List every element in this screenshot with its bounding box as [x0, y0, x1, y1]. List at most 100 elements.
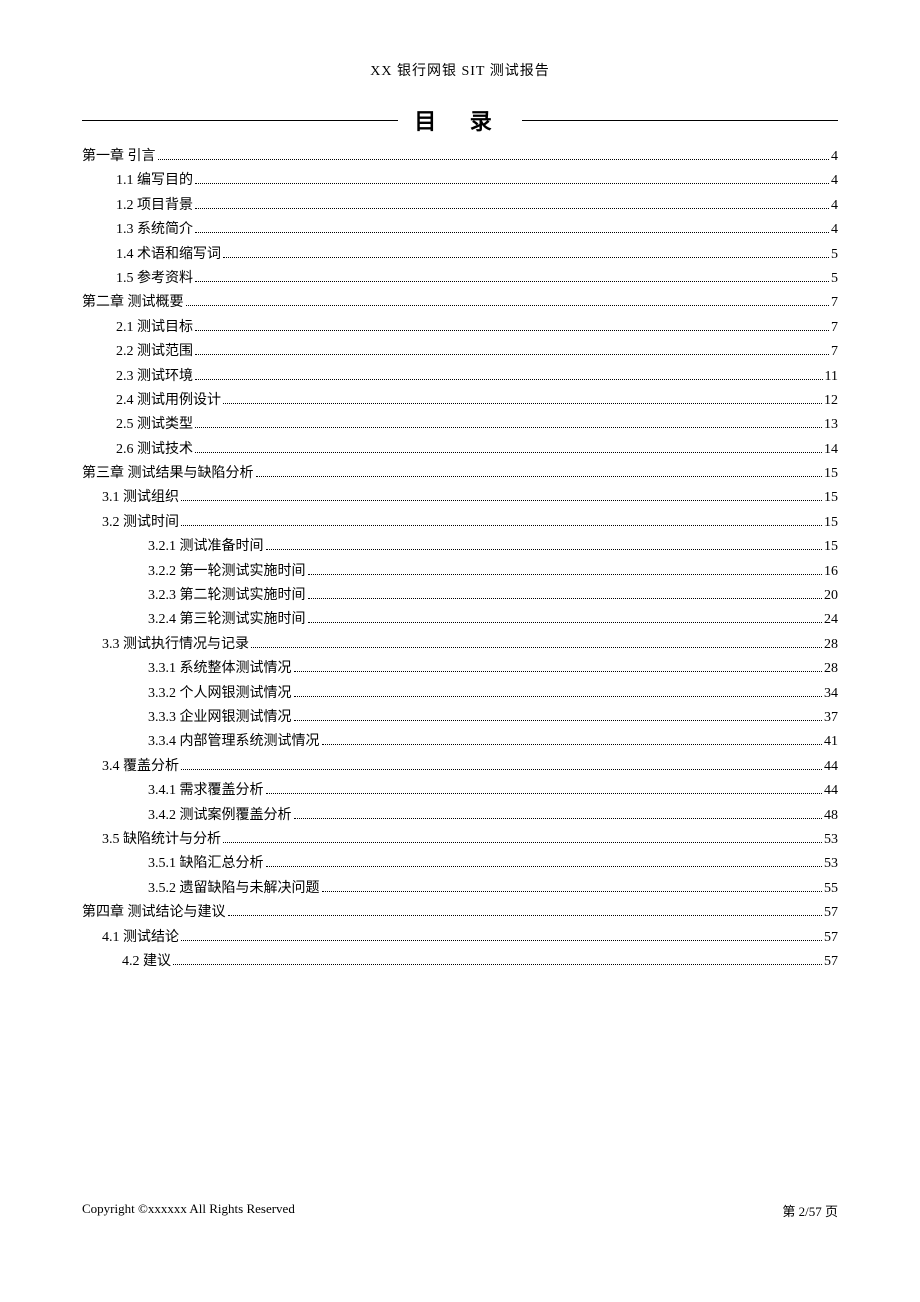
toc-entry[interactable]: 4.1 测试结论 57 [82, 927, 838, 949]
toc-entry-label: 1.4 术语和缩写词 [116, 244, 221, 266]
toc-entry-page: 16 [824, 561, 838, 583]
footer-copyright: Copyright ©xxxxxx All Rights Reserved [82, 1201, 295, 1220]
toc-entry[interactable]: 3.5 缺陷统计与分析 53 [82, 829, 838, 851]
toc-entry[interactable]: 2.5 测试类型13 [82, 414, 838, 436]
toc-leader-dots [308, 574, 823, 575]
toc-entry[interactable]: 第一章 引言 4 [82, 146, 838, 168]
toc-entry[interactable]: 3.2.1 测试准备时间 15 [82, 536, 838, 558]
toc-leader-dots [195, 232, 829, 233]
toc-entry-page: 28 [824, 658, 838, 680]
toc-leader-dots [322, 744, 823, 745]
toc-entry-page: 15 [824, 536, 838, 558]
toc-entry-label: 第二章 测试概要 [82, 292, 184, 314]
table-of-contents: 第一章 引言41.1 编写目的41.2 项目背景41.3 系统简介41.4 术语… [82, 146, 838, 973]
toc-leader-dots [181, 940, 822, 941]
toc-entry-label: 3.3.3 企业网银测试情况 [148, 707, 292, 729]
toc-entry-page: 41 [824, 731, 838, 753]
toc-entry[interactable]: 2.2 测试范围 7 [82, 341, 838, 363]
toc-entry-page: 20 [824, 585, 838, 607]
toc-entry[interactable]: 3.4.2 测试案例覆盖分析48 [82, 805, 838, 827]
toc-entry-label: 3.3 测试执行情况与记录 [102, 634, 249, 656]
toc-entry-page: 53 [824, 829, 838, 851]
toc-entry[interactable]: 3.3.4 内部管理系统测试情况41 [82, 731, 838, 753]
toc-entry-page: 7 [831, 292, 838, 314]
toc-entry[interactable]: 3.2.4 第三轮测试实施时间24 [82, 609, 838, 631]
toc-entry[interactable]: 3.4 覆盖分析44 [82, 756, 838, 778]
toc-entry[interactable]: 3.5.2 遗留缺陷与未解决问题55 [82, 878, 838, 900]
toc-entry-page: 24 [824, 609, 838, 631]
toc-entry[interactable]: 3.3.2 个人网银测试情况 34 [82, 683, 838, 705]
toc-entry-label: 1.1 编写目的 [116, 170, 193, 192]
toc-entry-label: 4.2 建议 [122, 951, 171, 973]
toc-entry-page: 57 [824, 927, 838, 949]
toc-entry-label: 3.3.2 个人网银测试情况 [148, 683, 292, 705]
toc-entry-page: 15 [824, 463, 838, 485]
toc-entry-label: 第一章 引言 [82, 146, 156, 168]
toc-entry[interactable]: 3.3.1 系统整体测试情况 28 [82, 658, 838, 680]
toc-entry[interactable]: 3.4.1 需求覆盖分析44 [82, 780, 838, 802]
toc-entry-page: 7 [831, 341, 838, 363]
toc-entry-label: 3.3.1 系统整体测试情况 [148, 658, 292, 680]
page-header: XX 银行网银 SIT 测试报告 [82, 60, 838, 80]
toc-entry[interactable]: 2.1 测试目标7 [82, 317, 838, 339]
toc-entry-page: 4 [831, 195, 838, 217]
toc-entry-label: 3.5 缺陷统计与分析 [102, 829, 221, 851]
toc-entry-label: 1.2 项目背景 [116, 195, 193, 217]
rule-right [522, 120, 838, 121]
toc-entry[interactable]: 1.1 编写目的 4 [82, 170, 838, 192]
toc-entry-page: 11 [825, 366, 838, 388]
toc-title: 目 录 [398, 104, 522, 136]
toc-leader-dots [251, 647, 822, 648]
toc-entry[interactable]: 第二章 测试概要 7 [82, 292, 838, 314]
toc-entry[interactable]: 3.2 测试时间15 [82, 512, 838, 534]
toc-entry-page: 15 [824, 512, 838, 534]
toc-entry[interactable]: 3.1 测试组织15 [82, 487, 838, 509]
toc-leader-dots [186, 305, 830, 306]
toc-entry-label: 1.3 系统简介 [116, 219, 193, 241]
toc-entry[interactable]: 4.2 建议57 [82, 951, 838, 973]
toc-entry-page: 4 [831, 170, 838, 192]
toc-leader-dots [181, 525, 822, 526]
toc-leader-dots [195, 354, 829, 355]
toc-entry-label: 4.1 测试结论 [102, 927, 179, 949]
toc-entry-label: 2.5 测试类型 [116, 414, 193, 436]
toc-entry[interactable]: 2.6 测试技术14 [82, 439, 838, 461]
toc-entry[interactable]: 第四章 测试结论与建议57 [82, 902, 838, 924]
toc-entry-page: 57 [824, 902, 838, 924]
toc-entry-page: 15 [824, 487, 838, 509]
toc-entry[interactable]: 2.3 测试环境11 [82, 366, 838, 388]
toc-entry-label: 3.5.1 缺陷汇总分析 [148, 853, 264, 875]
toc-entry-page: 14 [824, 439, 838, 461]
toc-entry[interactable]: 3.3 测试执行情况与记录 28 [82, 634, 838, 656]
toc-entry[interactable]: 3.2.2 第一轮测试实施时间16 [82, 561, 838, 583]
toc-leader-dots [195, 208, 829, 209]
toc-entry[interactable]: 1.4 术语和缩写词5 [82, 244, 838, 266]
toc-entry-label: 3.5.2 遗留缺陷与未解决问题 [148, 878, 320, 900]
toc-entry[interactable]: 3.5.1 缺陷汇总分析53 [82, 853, 838, 875]
toc-entry-label: 1.5 参考资料 [116, 268, 193, 290]
toc-entry[interactable]: 3.3.3 企业网银测试情况 37 [82, 707, 838, 729]
toc-entry-label: 第三章 测试结果与缺陷分析 [82, 463, 254, 485]
toc-entry-page: 34 [824, 683, 838, 705]
toc-leader-dots [294, 696, 823, 697]
toc-entry[interactable]: 第三章 测试结果与缺陷分析 15 [82, 463, 838, 485]
toc-entry-label: 3.4.1 需求覆盖分析 [148, 780, 264, 802]
toc-leader-dots [294, 671, 823, 672]
toc-leader-dots [223, 403, 822, 404]
toc-entry[interactable]: 1.2 项目背景 4 [82, 195, 838, 217]
toc-entry-label: 3.2.1 测试准备时间 [148, 536, 264, 558]
toc-leader-dots [266, 866, 823, 867]
toc-entry[interactable]: 1.5 参考资料5 [82, 268, 838, 290]
toc-entry-page: 4 [831, 146, 838, 168]
toc-leader-dots [266, 549, 823, 550]
toc-entry-page: 28 [824, 634, 838, 656]
toc-entry-label: 3.4.2 测试案例覆盖分析 [148, 805, 292, 827]
toc-leader-dots [181, 500, 822, 501]
document-page: XX 银行网银 SIT 测试报告 目 录 第一章 引言41.1 编写目的41.2… [0, 0, 920, 1302]
toc-entry[interactable]: 2.4 测试用例设计12 [82, 390, 838, 412]
toc-entry-label: 2.2 测试范围 [116, 341, 193, 363]
toc-leader-dots [181, 769, 822, 770]
toc-entry-page: 37 [824, 707, 838, 729]
toc-entry[interactable]: 3.2.3 第二轮测试实施时间20 [82, 585, 838, 607]
toc-entry[interactable]: 1.3 系统简介4 [82, 219, 838, 241]
